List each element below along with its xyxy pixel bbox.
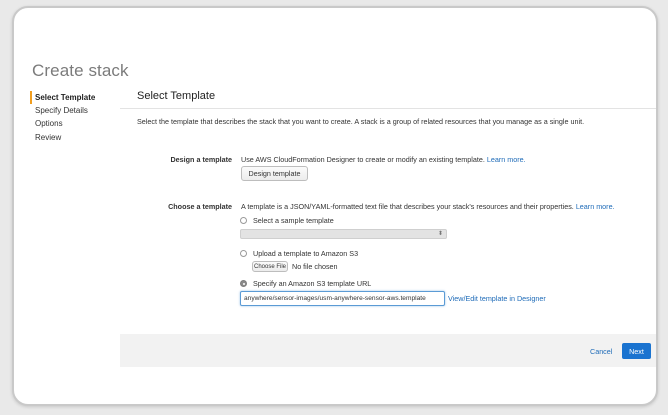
radio-sample-template[interactable] xyxy=(240,217,247,224)
divider xyxy=(120,108,656,109)
choose-template-description: A template is a JSON/YAML-formatted text… xyxy=(241,202,615,211)
select-arrows-icon: ⬍ xyxy=(437,231,443,237)
choose-description-text: A template is a JSON/YAML-formatted text… xyxy=(241,202,574,211)
no-file-chosen-text: No file chosen xyxy=(292,262,338,271)
step-review[interactable]: Review xyxy=(30,131,95,144)
design-template-label: Design a template xyxy=(170,155,232,164)
design-learn-more-link[interactable]: Learn more. xyxy=(487,155,526,164)
choose-file-button[interactable]: Choose File xyxy=(252,261,288,272)
next-button[interactable]: Next xyxy=(622,343,651,359)
design-template-description: Use AWS CloudFormation Designer to creat… xyxy=(241,155,526,164)
step-select-template[interactable]: Select Template xyxy=(30,91,95,105)
template-url-input[interactable]: anywhere/sensor-images/usm-anywhere-sens… xyxy=(240,291,445,306)
radio-upload-template[interactable] xyxy=(240,250,247,257)
design-description-text: Use AWS CloudFormation Designer to creat… xyxy=(241,155,485,164)
option-upload-template[interactable]: Upload a template to Amazon S3 xyxy=(240,249,358,258)
option-sample-label: Select a sample template xyxy=(253,216,334,225)
design-template-button[interactable]: Design template xyxy=(241,166,308,181)
step-options[interactable]: Options xyxy=(30,117,95,130)
option-sample-template[interactable]: Select a sample template xyxy=(240,216,334,225)
page-title: Create stack xyxy=(32,61,129,80)
section-title: Select Template xyxy=(137,90,216,102)
view-edit-designer-link[interactable]: View/Edit template in Designer xyxy=(448,294,546,303)
choose-template-label: Choose a template xyxy=(168,202,232,211)
option-url-label: Specify an Amazon S3 template URL xyxy=(253,279,372,288)
cancel-button[interactable]: Cancel xyxy=(590,347,612,356)
wizard-steps: Select Template Specify Details Options … xyxy=(30,91,95,144)
choose-learn-more-link[interactable]: Learn more. xyxy=(576,202,615,211)
section-intro: Select the template that describes the s… xyxy=(137,117,585,126)
footer-bar xyxy=(120,334,656,367)
option-url-template[interactable]: Specify an Amazon S3 template URL xyxy=(240,279,371,288)
step-specify-details[interactable]: Specify Details xyxy=(30,104,95,117)
option-upload-label: Upload a template to Amazon S3 xyxy=(253,249,359,258)
sample-template-select[interactable]: ⬍ xyxy=(240,229,447,239)
radio-url-template[interactable] xyxy=(240,280,247,287)
